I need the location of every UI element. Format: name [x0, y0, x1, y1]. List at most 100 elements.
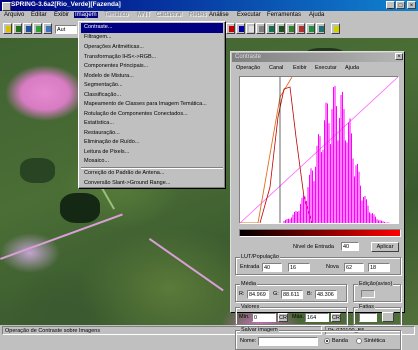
red-square-icon[interactable] [226, 23, 235, 34]
menu-executar[interactable]: Executar [237, 12, 261, 18]
max-input[interactable]: 164 [305, 313, 329, 322]
dialog-menu-operacao[interactable]: Operação [236, 65, 260, 71]
menu-mnt[interactable]: MNT [137, 12, 150, 18]
menu-ferramentas[interactable]: Ferramentas [267, 12, 301, 18]
blank-icon[interactable] [246, 23, 255, 34]
menu-item-ihs-rgb[interactable]: Transformação IHS<->RGB... [81, 53, 223, 63]
histogram-svg [240, 77, 398, 223]
nivel-input[interactable]: 40 [341, 242, 359, 251]
fatias-input[interactable] [359, 313, 377, 322]
draw-icon[interactable] [13, 23, 22, 34]
select-icon[interactable] [306, 23, 315, 34]
menu-ajuda[interactable]: Ajuda [309, 12, 324, 18]
menu-item-ruido[interactable]: Eliminação de Ruído... [81, 138, 223, 148]
menu-item-antena[interactable]: Correção do Padrão de Antena... [81, 169, 223, 179]
image-icon[interactable] [23, 23, 32, 34]
menu-item-segmentacao[interactable]: Segmentação... [81, 81, 223, 91]
fatias-button[interactable] [382, 312, 394, 322]
menu-item-operacoes[interactable]: Operações Aritméticas... [81, 43, 223, 53]
open-icon[interactable] [3, 23, 12, 34]
menu-arquivo[interactable]: Arquivo [4, 12, 24, 18]
menu-item-mistura[interactable]: Modelo de Mistura... [81, 72, 223, 82]
menu-redes[interactable]: Redes [189, 12, 206, 18]
cursor-icon[interactable] [266, 23, 275, 34]
menu-item-slant-ground[interactable]: Conversão Slant->Ground Range... [81, 179, 223, 189]
sintetica-label: Sintética [364, 338, 386, 344]
road [0, 213, 123, 260]
media-group-title: Média [240, 281, 257, 287]
dialog-menu-ajuda[interactable]: Ajuda [345, 65, 359, 71]
entrada-label: Entrada [240, 264, 260, 270]
dialog-menu-canal[interactable]: Canal [269, 65, 283, 71]
edit-icon[interactable] [296, 23, 305, 34]
max-cr-button[interactable]: CR [331, 313, 341, 322]
auto-combo[interactable]: Aut [55, 25, 77, 34]
forest-patch [20, 158, 55, 183]
histogram-plot[interactable] [239, 76, 399, 224]
zoom-icon[interactable] [256, 23, 265, 34]
entrada-count: 16 [288, 263, 310, 272]
valores-group: Valores Mín. 0 CR Máx. 164 CR [235, 304, 347, 325]
dialog-menu-executar[interactable]: Executar [315, 65, 337, 71]
image-menu-dropdown: Contraste... Filtragem... Operações Arit… [78, 21, 226, 189]
menu-item-mapeamento[interactable]: Mapeamento de Classes para Imagem Temáti… [81, 100, 223, 110]
entrada-input[interactable]: 40 [262, 263, 282, 272]
layers-icon[interactable] [33, 23, 42, 34]
edicao-group-title: Edição(aviso) [358, 281, 394, 287]
g-label: G: [273, 291, 279, 297]
nome-input[interactable] [258, 337, 318, 346]
nova-label: Nova [326, 264, 339, 270]
help-icon[interactable] [331, 23, 340, 34]
dialog-title: Contraste [232, 53, 403, 62]
measure-icon[interactable] [286, 23, 295, 34]
menu-exibir[interactable]: Exibir [54, 12, 69, 18]
lut-group-title: LUT/População [240, 254, 280, 260]
menu-item-classificacao[interactable]: Classificação... [81, 91, 223, 101]
menu-bar: Arquivo Editar Exibir Imagem Temático MN… [0, 11, 418, 21]
minimize-button[interactable]: _ [386, 1, 395, 9]
sintetica-radio[interactable] [356, 338, 362, 344]
maximize-button[interactable]: □ [396, 1, 405, 9]
dialog-close-button[interactable]: × [395, 53, 403, 60]
pan-icon[interactable] [276, 23, 285, 34]
contrast-dialog: Contraste × Operação Canal Exibir Execut… [230, 51, 405, 350]
dialog-menu-exibir[interactable]: Exibir [293, 65, 307, 71]
media-group: Média R: 84.969 G: 88.611 B: 48.306 [235, 281, 347, 302]
menu-item-filtragem[interactable]: Filtragem... [81, 33, 223, 43]
menu-tematico[interactable]: Temático [104, 12, 128, 18]
nova-count: 18 [368, 263, 390, 272]
menu-editar[interactable]: Editar [31, 12, 47, 18]
media-r-value: 84.969 [247, 290, 269, 299]
pink-histogram [283, 85, 390, 223]
nova-input[interactable]: 62 [344, 263, 364, 272]
nivel-label: Nível de Entrada [293, 244, 334, 250]
menu-imagem[interactable]: Imagem [74, 12, 98, 18]
min-input[interactable]: 0 [252, 313, 276, 322]
menu-item-contraste[interactable]: Contraste... [81, 23, 223, 33]
water-body [60, 193, 100, 223]
menu-item-leitura[interactable]: Leitura de Pixels... [81, 148, 223, 158]
info-icon[interactable] [236, 23, 245, 34]
edicao-toggle[interactable] [361, 290, 375, 298]
app-icon[interactable] [2, 2, 11, 11]
media-g-value: 88.611 [281, 290, 303, 299]
menu-item-restauracao[interactable]: Restauração... [81, 129, 223, 139]
menu-item-mosaico[interactable]: Mosaico... [81, 157, 223, 167]
salvar-group: Salvar imagem Nome: Banda Sintética [235, 327, 401, 350]
menu-item-estatistica[interactable]: Estatística... [81, 119, 223, 129]
min-cr-button[interactable]: CR [278, 313, 288, 322]
screen-icon[interactable] [43, 23, 52, 34]
aplicar-button[interactable]: Aplicar [371, 242, 399, 252]
lut-color-bar [239, 229, 401, 237]
salvar-group-title: Salvar imagem [240, 327, 279, 333]
menu-item-componentes[interactable]: Componentes Principais... [81, 62, 223, 72]
edicao-group: Edição(aviso) [353, 281, 401, 302]
banda-radio[interactable] [324, 338, 330, 344]
menu-item-rotulacao[interactable]: Rotulação de Componentes Conectados... [81, 110, 223, 120]
nome-label: Nome: [240, 338, 257, 344]
close-button[interactable]: × [407, 1, 416, 9]
menu-cadastral[interactable]: Cadastral [156, 12, 182, 18]
refresh-icon[interactable] [316, 23, 325, 34]
menu-analise[interactable]: Análise [209, 12, 229, 18]
fatias-group: Fatias [353, 304, 401, 325]
